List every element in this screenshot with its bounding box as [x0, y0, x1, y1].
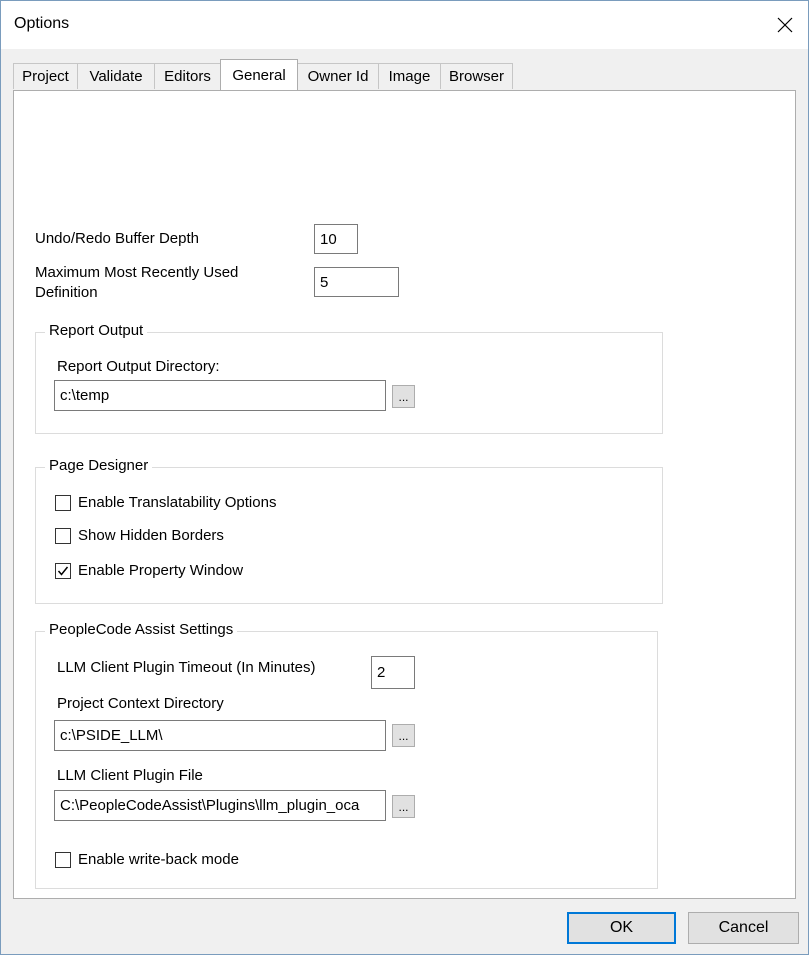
- mru-label-line2: Definition: [35, 284, 98, 301]
- plugin-timeout-label: LLM Client Plugin Timeout (In Minutes): [57, 659, 316, 676]
- close-icon: [777, 17, 793, 33]
- peoplecode-assist-title: PeopleCode Assist Settings: [45, 621, 238, 638]
- hidden-borders-checkbox[interactable]: [55, 527, 71, 544]
- project-context-dir-input[interactable]: c:\PSIDE_LLM\: [54, 720, 386, 751]
- report-output-title: Report Output: [45, 322, 148, 339]
- write-back-label: Enable write-back mode: [78, 851, 239, 868]
- tab-editors[interactable]: Editors: [154, 63, 221, 89]
- page-designer-group: Page Designer Enable Translatability Opt…: [35, 457, 663, 604]
- mru-label-line1: Maximum Most Recently Used: [35, 264, 239, 281]
- report-output-group: Report Output Report Output Directory: c…: [35, 322, 663, 434]
- report-output-browse-button[interactable]: ...: [392, 385, 415, 408]
- dialog-title: Options: [14, 15, 70, 32]
- report-output-dir-input[interactable]: c:\temp: [54, 380, 386, 411]
- project-context-dir-label: Project Context Directory: [57, 695, 224, 712]
- peoplecode-assist-group: PeopleCode Assist Settings LLM Client Pl…: [35, 621, 658, 889]
- property-window-label: Enable Property Window: [78, 562, 244, 579]
- tab-image[interactable]: Image: [378, 63, 441, 89]
- mru-depth-input[interactable]: 5: [314, 267, 399, 297]
- write-back-checkbox[interactable]: [55, 851, 71, 868]
- plugin-file-browse-button[interactable]: ...: [392, 795, 415, 818]
- property-window-option[interactable]: Enable Property Window: [55, 562, 243, 579]
- property-window-checkbox[interactable]: [55, 562, 71, 579]
- close-button[interactable]: [762, 1, 808, 49]
- tab-general[interactable]: General: [220, 59, 298, 90]
- tab-owner-id[interactable]: Owner Id: [297, 63, 379, 89]
- options-dialog: Options Project Validate Editors General…: [0, 0, 809, 955]
- project-context-browse-button[interactable]: ...: [392, 724, 415, 747]
- hidden-borders-label: Show Hidden Borders: [78, 527, 224, 544]
- translatability-label: Enable Translatability Options: [78, 494, 277, 511]
- tab-project[interactable]: Project: [13, 63, 78, 89]
- report-output-dir-label: Report Output Directory:: [57, 358, 220, 375]
- write-back-option[interactable]: Enable write-back mode: [55, 851, 239, 868]
- plugin-timeout-input[interactable]: 2: [371, 656, 415, 689]
- title-bar: Options: [1, 1, 808, 49]
- ok-button[interactable]: OK: [567, 912, 676, 944]
- plugin-file-input[interactable]: C:\PeopleCodeAssist\Plugins\llm_plugin_o…: [54, 790, 386, 821]
- translatability-checkbox[interactable]: [55, 494, 71, 511]
- hidden-borders-option[interactable]: Show Hidden Borders: [55, 527, 224, 544]
- tab-validate[interactable]: Validate: [77, 63, 155, 89]
- undo-depth-label: Undo/Redo Buffer Depth: [35, 230, 199, 247]
- undo-depth-input[interactable]: 10: [314, 224, 358, 254]
- cancel-button[interactable]: Cancel: [688, 912, 799, 944]
- checkmark-icon: [57, 566, 69, 576]
- translatability-option[interactable]: Enable Translatability Options: [55, 494, 276, 511]
- page-designer-title: Page Designer: [45, 457, 153, 474]
- plugin-file-label: LLM Client Plugin File: [57, 767, 203, 784]
- tab-browser[interactable]: Browser: [440, 63, 513, 89]
- general-tab-panel: Undo/Redo Buffer Depth 10 Maximum Most R…: [13, 90, 796, 899]
